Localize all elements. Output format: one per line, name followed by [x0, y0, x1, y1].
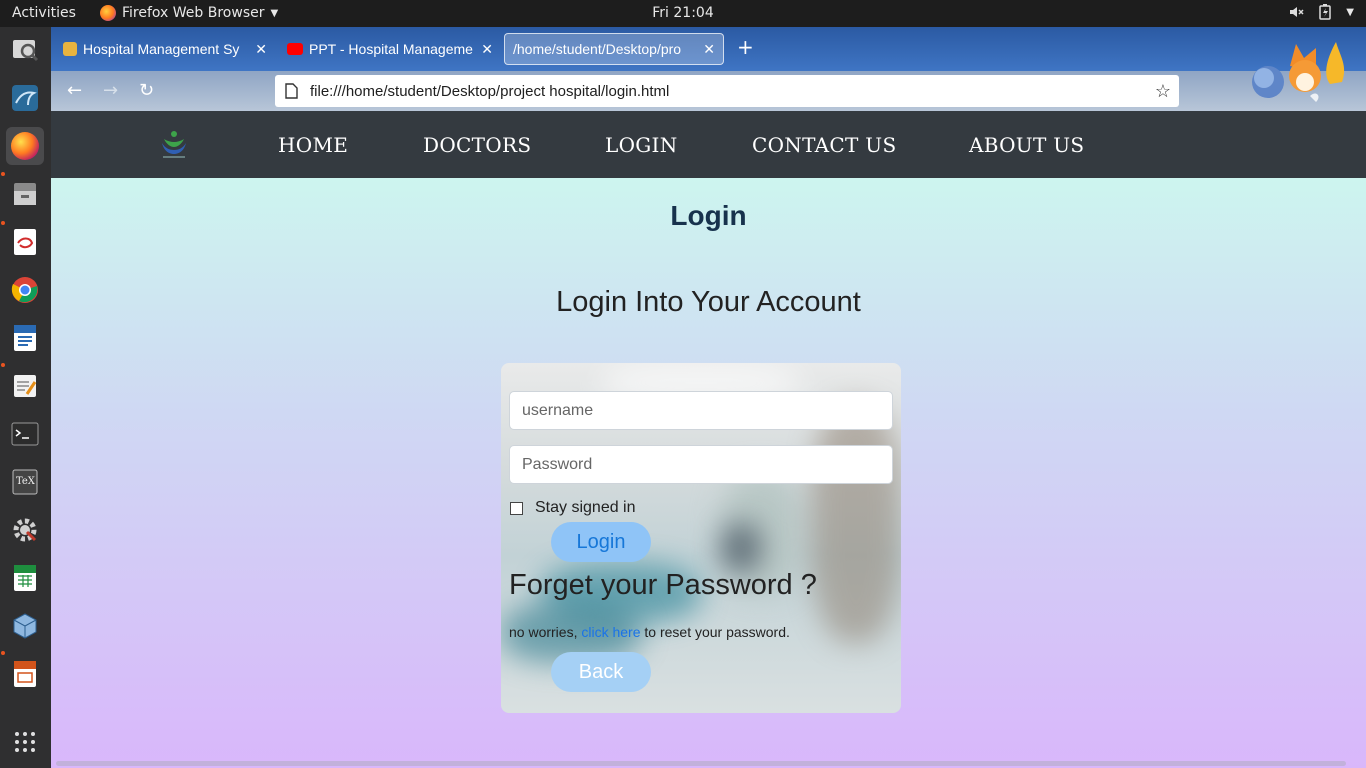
page-content: Login Login Into Your Account Stay signe…	[51, 178, 1366, 768]
login-card: Stay signed in Login Forget your Passwor…	[501, 363, 901, 713]
dock-mysql-icon[interactable]	[6, 79, 44, 117]
back-button[interactable]: Back	[551, 652, 651, 692]
dock-firefox-icon[interactable]	[6, 127, 44, 165]
close-tab-icon[interactable]: ✕	[255, 41, 267, 58]
clock[interactable]: Fri 21:04	[652, 5, 713, 21]
volume-muted-icon[interactable]	[1288, 4, 1304, 20]
dock-impress-icon[interactable]	[6, 655, 44, 693]
tab-label: /home/student/Desktop/pro	[513, 41, 682, 57]
nav-login[interactable]: LOGIN	[605, 133, 678, 157]
password-input[interactable]	[509, 445, 893, 484]
site-logo-icon[interactable]	[157, 127, 191, 161]
tab-strip: Hospital Management Sy ✕ PPT - Hospital …	[51, 27, 1366, 71]
page-favicon-icon	[63, 42, 77, 56]
dock-terminal-icon[interactable]	[6, 415, 44, 453]
show-applications-icon[interactable]	[6, 723, 44, 761]
tab-hospital-management[interactable]: Hospital Management Sy ✕	[55, 33, 275, 65]
page-title: Login	[670, 200, 747, 231]
username-input[interactable]	[509, 391, 893, 430]
nav-doctors[interactable]: DOCTORS	[423, 133, 531, 157]
reset-password-link[interactable]: click here	[581, 624, 640, 640]
chevron-down-icon: ▼	[270, 7, 279, 19]
forget-password-heading: Forget your Password ?	[509, 569, 817, 601]
app-menu-label: Firefox Web Browser	[122, 5, 265, 21]
forward-arrow-icon[interactable]: →	[103, 80, 118, 101]
new-tab-button[interactable]: +	[737, 35, 754, 59]
horizontal-scrollbar[interactable]	[56, 761, 1346, 766]
dock-running-indicator	[1, 221, 5, 225]
reload-icon[interactable]: ↻	[139, 80, 154, 101]
svg-text:TeX: TeX	[16, 476, 36, 487]
site-navbar: HOME DOCTORS LOGIN CONTACT US ABOUT US	[51, 111, 1366, 178]
activities-button[interactable]: Activities	[12, 5, 76, 21]
dock-running-indicator	[1, 651, 5, 655]
tab-label: Hospital Management Sy	[83, 41, 240, 57]
dock-texmaker-icon[interactable]: TeX	[6, 463, 44, 501]
navigation-toolbar: ← → ↻ file:///home/student/Desktop/proje…	[51, 71, 1366, 111]
app-menu[interactable]: Firefox Web Browser ▼	[100, 5, 278, 21]
system-menu-chevron-icon[interactable]: ▼	[1346, 7, 1354, 18]
page-subtitle: Login Into Your Account	[556, 286, 861, 318]
dock-chrome-icon[interactable]	[6, 271, 44, 309]
dock-running-indicator	[1, 363, 5, 367]
dock: TeX	[0, 27, 51, 768]
dock-settings-icon[interactable]	[6, 511, 44, 549]
url-bar[interactable]: file:///home/student/Desktop/project hos…	[275, 75, 1179, 107]
page-info-icon[interactable]	[285, 83, 298, 99]
back-arrow-icon[interactable]: ←	[67, 80, 82, 101]
system-tray[interactable]: ▼	[1288, 4, 1354, 20]
dock-virtualbox-icon[interactable]	[6, 607, 44, 645]
url-text: file:///home/student/Desktop/project hos…	[310, 82, 670, 100]
youtube-icon	[287, 43, 303, 55]
tab-ppt-hospital[interactable]: PPT - Hospital Manageme ✕	[279, 33, 501, 65]
reset-password-text: no worries, click here to reset your pas…	[509, 624, 790, 640]
dock-files-icon[interactable]	[6, 175, 44, 213]
stay-signed-in-row: Stay signed in	[509, 499, 636, 517]
battery-icon[interactable]	[1318, 4, 1332, 20]
dock-writer-icon[interactable]	[6, 319, 44, 357]
firefox-icon	[100, 5, 116, 21]
bookmark-star-icon[interactable]: ☆	[1155, 81, 1171, 102]
tab-label: PPT - Hospital Manageme	[309, 41, 473, 57]
reset-suffix: to reset your password.	[640, 624, 790, 640]
dock-text-editor-icon[interactable]	[6, 367, 44, 405]
dock-running-indicator	[1, 172, 5, 176]
login-button[interactable]: Login	[551, 522, 651, 562]
stay-signed-in-label: Stay signed in	[535, 499, 636, 516]
nav-contact-us[interactable]: CONTACT US	[752, 133, 896, 157]
dock-evince-icon[interactable]	[6, 223, 44, 261]
browser-theme-fox-decoration	[1250, 36, 1350, 111]
reset-prefix: no worries,	[509, 624, 582, 640]
nav-home[interactable]: HOME	[278, 133, 348, 157]
close-tab-icon[interactable]: ✕	[481, 41, 493, 58]
tab-login-page[interactable]: /home/student/Desktop/pro ✕	[504, 33, 724, 65]
dock-calc-icon[interactable]	[6, 559, 44, 597]
stay-signed-in-checkbox[interactable]	[510, 501, 523, 515]
system-top-bar: Activities Firefox Web Browser ▼ Fri 21:…	[0, 0, 1366, 27]
close-tab-icon[interactable]: ✕	[703, 41, 715, 58]
nav-about-us[interactable]: ABOUT US	[969, 133, 1084, 157]
dock-image-viewer-icon[interactable]	[6, 31, 44, 69]
